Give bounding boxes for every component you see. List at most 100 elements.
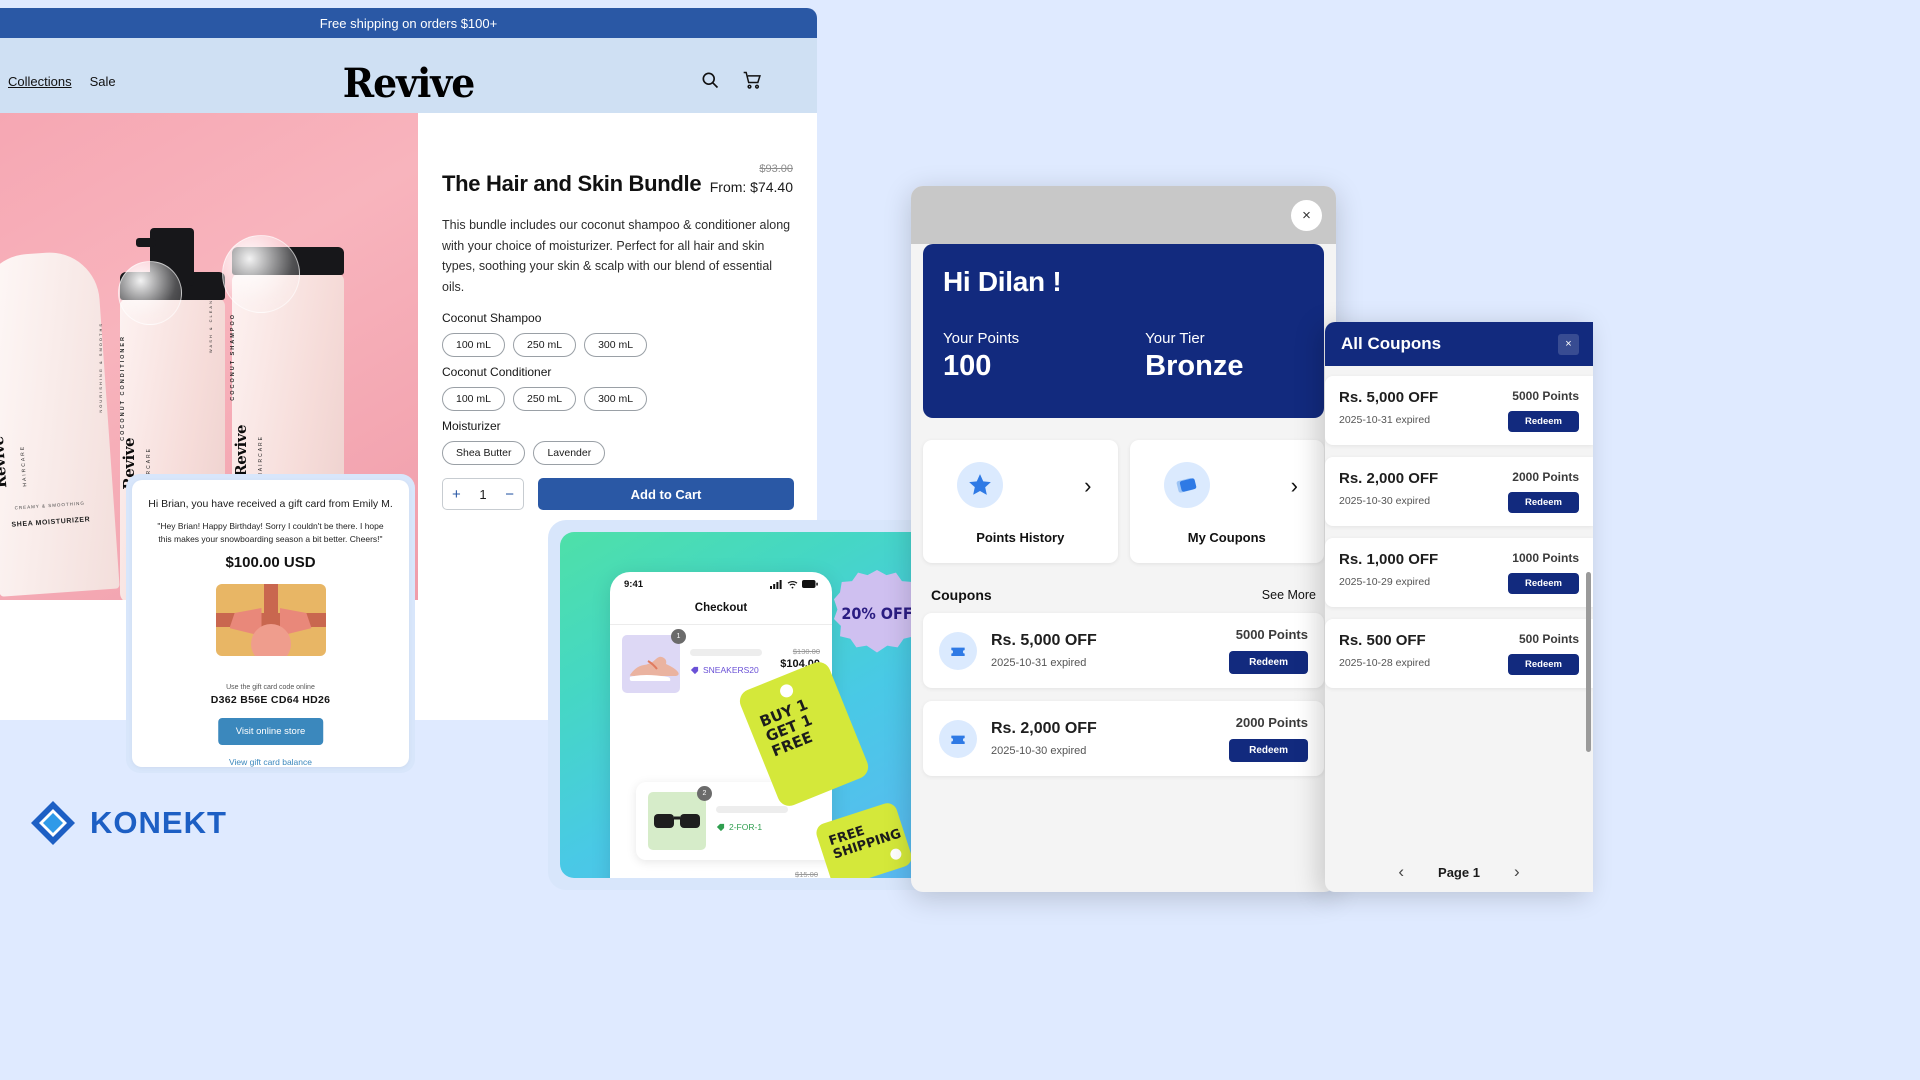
discount-code-tag: 2-FOR-1 <box>716 822 832 832</box>
close-icon[interactable]: × <box>1291 200 1322 231</box>
pagination: ‹ Page 1 › <box>1325 862 1593 882</box>
prev-page-button[interactable]: ‹ <box>1398 862 1404 882</box>
sticker-discount-badge: 20% OFF <box>834 570 920 653</box>
option-chip[interactable]: Lavender <box>533 441 606 465</box>
visit-online-store-button[interactable]: Visit online store <box>217 718 324 745</box>
header-icon-group <box>700 70 762 95</box>
view-gift-card-balance-link[interactable]: View gift card balance <box>132 757 409 767</box>
scrollbar[interactable] <box>1586 572 1591 752</box>
option-chip[interactable]: 250 mL <box>513 333 577 357</box>
tag-icon <box>690 666 699 674</box>
coupon-list: Rs. 5,000 OFF 2025-10-31 expired 5000 Po… <box>911 613 1336 776</box>
tile-label: My Coupons <box>1187 530 1266 545</box>
gift-card-amount: $100.00 USD <box>225 554 316 571</box>
quantity-stepper[interactable]: + 1 − <box>442 478 524 510</box>
option-label: Moisturizer <box>442 419 501 433</box>
redeem-button[interactable]: Redeem <box>1229 651 1308 674</box>
bottle-brand-sub: HAIRCARE <box>258 434 264 477</box>
option-chip[interactable]: 300 mL <box>584 387 648 411</box>
coupon-points: 1000 Points <box>1512 551 1579 565</box>
product-description: This bundle includes our coconut shampoo… <box>442 218 791 294</box>
coupon-action: 500 Points Redeem <box>1508 632 1579 675</box>
phone-promo-background: 9:41 Checkout 1 SNEAKERS20 $130.00 $104.… <box>560 532 932 878</box>
coupon-info: Rs. 2,000 OFF 2025-10-30 expired <box>991 720 1215 757</box>
option-label: Coconut Conditioner <box>442 365 552 379</box>
loyalty-points-stat: Your Points 100 <box>943 330 1019 383</box>
next-page-button[interactable]: › <box>1514 862 1520 882</box>
option-chip[interactable]: 250 mL <box>513 387 577 411</box>
tile-points-history[interactable]: › Points History <box>923 440 1118 563</box>
all-coupons-title: All Coupons <box>1341 334 1442 353</box>
tile-label: Points History <box>976 530 1065 545</box>
promo-banner-text: Free shipping on orders $100+ <box>319 15 498 31</box>
redeem-button[interactable]: Redeem <box>1508 573 1579 594</box>
quantity-decrease-button[interactable]: − <box>505 486 514 503</box>
phone-promo-card: 9:41 Checkout 1 SNEAKERS20 $130.00 $104.… <box>548 520 944 890</box>
product-thumbnail-sneaker: 1 <box>622 629 686 693</box>
add-to-cart-button[interactable]: Add to Cart <box>538 478 794 510</box>
option-chip[interactable]: 100 mL <box>442 333 506 357</box>
tag-icon <box>716 823 725 831</box>
coupon-info: Rs. 5,000 OFF 2025-10-31 expired <box>1339 389 1438 426</box>
chevron-right-icon: › <box>1084 473 1092 498</box>
price-original: $93.00 <box>759 163 793 175</box>
phone-screen-title: Checkout <box>610 596 832 625</box>
option-chips: 100 mL 250 mL 300 mL <box>442 333 648 357</box>
right-name-label: COCONUT SHAMPOO <box>230 312 236 401</box>
coupon-points: 5000 Points <box>1235 627 1308 642</box>
cart-icon[interactable] <box>742 70 762 95</box>
loyalty-stats: Your Points 100 Your Tier Bronze <box>943 330 1304 383</box>
purchase-row: + 1 − Add to Cart <box>442 478 794 510</box>
table-row: Rs. 500 OFF 2025-10-28 expired 500 Point… <box>1325 619 1593 688</box>
gift-card-body: Hi Brian, you have received a gift card … <box>132 480 409 767</box>
konekt-logo: KONEKT <box>30 800 227 846</box>
redeem-button[interactable]: Redeem <box>1508 411 1579 432</box>
gift-card-message: "Hey Brian! Happy Birthday! Sorry I coul… <box>157 521 384 545</box>
option-group-moisturizer: Moisturizer Shea Butter Lavender <box>442 419 606 465</box>
konekt-wordmark: KONEKT <box>90 805 227 840</box>
redeem-button[interactable]: Redeem <box>1229 739 1308 762</box>
coupon-amount: Rs. 500 OFF <box>1339 632 1426 649</box>
loyalty-modal: × Hi Dilan ! Your Points 100 Your Tier B… <box>911 186 1336 892</box>
option-group-conditioner: Coconut Conditioner 100 mL 250 mL 300 mL <box>442 365 648 411</box>
loyalty-hero-panel: Hi Dilan ! Your Points 100 Your Tier Bro… <box>923 244 1324 418</box>
tier-value: Bronze <box>1145 350 1244 382</box>
option-chip[interactable]: Shea Butter <box>442 441 526 465</box>
table-row: Rs. 2,000 OFF 2025-10-30 expired 2000 Po… <box>1325 457 1593 526</box>
coupon-expiry: 2025-10-31 expired <box>991 657 1087 669</box>
option-chip[interactable]: 300 mL <box>584 333 648 357</box>
quantity-increase-button[interactable]: + <box>452 486 461 503</box>
see-more-link[interactable]: See More <box>1262 588 1316 602</box>
search-icon[interactable] <box>700 70 720 95</box>
ticket-icon <box>939 719 977 758</box>
coupon-points: 500 Points <box>1518 632 1579 646</box>
cart-item-details: 2-FOR-1 <box>716 792 832 832</box>
gift-box-icon <box>215 584 326 656</box>
signal-icon <box>770 579 782 589</box>
ticket-icon <box>1163 462 1210 508</box>
coupon-row: Rs. 2,000 OFF 2025-10-30 expired 2000 Po… <box>923 701 1324 776</box>
option-chip[interactable]: 100 mL <box>442 387 506 411</box>
item-name-placeholder <box>690 649 762 656</box>
coupon-info: Rs. 2,000 OFF 2025-10-30 expired <box>1339 470 1438 507</box>
bottle-brand-sub: HAIRCARE <box>19 445 29 488</box>
quantity-value: 1 <box>479 486 487 502</box>
tube-name-label: SHEA MOISTURIZER <box>11 516 91 529</box>
coupon-amount: Rs. 1,000 OFF <box>1339 551 1439 568</box>
coupon-action: 2000 Points Redeem <box>1229 715 1308 762</box>
tile-my-coupons[interactable]: › My Coupons <box>1129 440 1324 563</box>
coupon-info: Rs. 500 OFF 2025-10-28 expired <box>1339 632 1430 669</box>
redeem-button[interactable]: Redeem <box>1508 492 1579 513</box>
gift-card-modal: Hi Brian, you have received a gift card … <box>126 474 415 773</box>
konekt-mark-icon <box>30 800 76 846</box>
coupon-expiry: 2025-10-29 expired <box>1339 576 1431 588</box>
redeem-button[interactable]: Redeem <box>1508 654 1579 675</box>
coupon-amount: Rs. 5,000 OFF <box>991 632 1097 649</box>
shipping-row: Free Shipping over $100 $15.00 Free <box>610 860 832 878</box>
close-icon[interactable]: × <box>1558 333 1579 355</box>
gift-card-heading: Hi Brian, you have received a gift card … <box>148 498 393 510</box>
coupon-action: 5000 Points Redeem <box>1229 627 1308 674</box>
gift-card-use-label: Use the gift card code online <box>226 684 315 691</box>
coupon-expiry: 2025-10-28 expired <box>1339 657 1431 669</box>
status-icons <box>770 579 818 589</box>
